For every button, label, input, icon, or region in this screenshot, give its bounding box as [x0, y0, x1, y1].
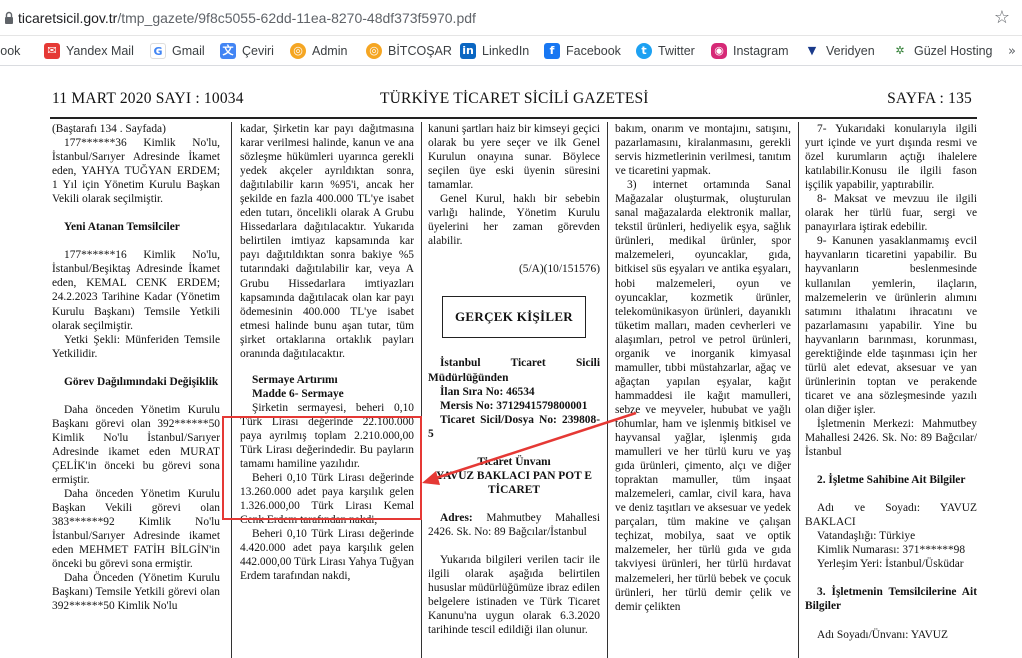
representative-name: Adı Soyadı/Ünvanı: YAVUZ	[817, 628, 948, 641]
address-bar[interactable]: ticaretsicil.gov.tr/tmp_gazete/9f8c5055-…	[0, 0, 1022, 36]
paragraph: 9- Kanunen yasaklanmamış evcil hayvanlar…	[805, 235, 977, 416]
bookmark-label: Gmail	[172, 44, 205, 58]
continuation-note: (Baştarafı 134 . Sayfada)	[52, 123, 166, 135]
coin-icon: ◎	[366, 43, 382, 59]
bookmark-ceviri[interactable]: 文 Çeviri	[220, 42, 274, 60]
twitter-icon: t	[636, 43, 652, 59]
bookmarks-bar: tlook ✉ Yandex Mail G Gmail 文 Çeviri ◎ Admin…	[0, 36, 1022, 66]
owner-nationality: Vatandaşlığı: Türkiye	[817, 530, 916, 543]
section-heading: Görev Dağılımındaki Değişiklik	[64, 375, 219, 388]
bookmark-facebook[interactable]: f Facebook	[544, 42, 621, 60]
registry-office: İstanbul Ticaret Sicili Müdürlüğünden	[428, 357, 600, 384]
bookmark-gmail[interactable]: G Gmail	[150, 42, 205, 60]
address: Adres: Mahmutbey Mahallesi 2426. Sk. No:…	[428, 511, 600, 539]
paragraph: kanuni şartları haiz bir kimseyi geçici …	[428, 123, 600, 192]
bookmark-yandex-mail[interactable]: ✉ Yandex Mail	[44, 42, 134, 60]
bookmark-star-icon[interactable]: ☆	[994, 7, 1010, 28]
article-heading: Madde 6- Sermaye	[252, 387, 344, 400]
bookmark-label: Admin	[312, 44, 348, 58]
hosting-icon: ✲	[892, 43, 908, 59]
section-heading: Yeni Atanan Temsilciler	[64, 221, 180, 234]
url-path: /tmp_gazete/9f8c5055-62dd-11ea-8270-48df…	[117, 10, 476, 26]
column-5: 7- Yukarıdaki konularıyla ilgili yurt iç…	[805, 122, 977, 658]
column-divider	[421, 122, 422, 658]
paragraph: Daha önceden Yönetim Kurulu Başkan Vekil…	[52, 488, 220, 571]
column-divider	[231, 122, 232, 658]
paragraph: 8- Maksat ve mevzuu ile ilgili olarak he…	[805, 193, 977, 234]
notice-number: İlan Sıra No: 46534	[440, 385, 535, 398]
bookmark-linkedin[interactable]: in LinkedIn	[460, 42, 529, 60]
bookmark-outlook[interactable]: tlook	[0, 42, 20, 60]
section-heading: 2. İşletme Sahibine Ait Bilgiler	[817, 474, 966, 487]
paragraph: 177******36 Kimlik No'lu, İstanbul/Sarıy…	[52, 137, 220, 206]
bookmark-guzel-hosting[interactable]: ✲ Güzel Hosting	[892, 42, 993, 60]
address-label: Adres:	[440, 511, 473, 524]
issue-date: 11 MART 2020 SAYI : 10034	[52, 90, 244, 107]
bookmark-label: LinkedIn	[482, 44, 530, 58]
highlight-box	[222, 416, 422, 520]
trade-name: YAVUZ BAKLACI PAN POT E TİCARET	[436, 469, 592, 496]
veridyen-icon: ▼	[804, 43, 820, 59]
paragraph: Beheri 0,10 Türk Lirası değerinde 4.420.…	[240, 528, 414, 583]
bookmark-label: Çeviri	[242, 44, 274, 58]
column-divider	[798, 122, 799, 658]
bookmark-twitter[interactable]: t Twitter	[636, 42, 695, 60]
page-number: SAYFA : 135	[887, 90, 972, 107]
bookmark-instagram[interactable]: ◉ Instagram	[711, 42, 789, 60]
column-divider	[607, 122, 608, 658]
bookmark-label: tlook	[0, 44, 21, 58]
bookmark-label: Güzel Hosting	[914, 44, 993, 58]
trade-name-label: Ticaret Ünvanı	[477, 455, 551, 468]
owner-residence: Yerleşim Yeri: İstanbul/Üsküdar	[817, 558, 964, 571]
section-box: GERÇEK KİŞİLER	[442, 296, 586, 339]
url-text[interactable]: ticaretsicil.gov.tr/tmp_gazete/9f8c5055-…	[18, 10, 476, 26]
section-heading: 3. İşletmenin Temsilcilerine Ait Bilgile…	[805, 586, 977, 613]
mersis-number: Mersis No: 3712941579800001	[440, 399, 588, 412]
mail-icon: ✉	[44, 43, 60, 59]
paragraph: 7- Yukarıdaki konularıyla ilgili yurt iç…	[805, 123, 977, 192]
column-3: kanuni şartları haiz bir kimseyi geçici …	[428, 122, 600, 658]
bookmark-bitcosar[interactable]: ◎ BİTCOŞAR	[366, 42, 452, 60]
paragraph: 3) internet ortamında Sanal Mağazalar ol…	[615, 179, 791, 613]
pdf-page: 11 MART 2020 SAYI : 10034 TÜRKİYE TİCARE…	[0, 66, 1022, 658]
paragraph: kadar, Şirketin kar payı dağıtmasına kar…	[240, 123, 414, 360]
translate-icon: 文	[220, 43, 236, 59]
gazette-title: TÜRKİYE TİCARET SİCİLİ GAZETESİ	[380, 90, 649, 107]
column-1: (Baştarafı 134 . Sayfada) 177******36 Ki…	[52, 122, 220, 658]
registry-file-number: Ticaret Sicil/Dosya No: 239808- 5	[428, 413, 600, 440]
bookmark-veridyen[interactable]: ▼ Veridyen	[804, 42, 875, 60]
bookmark-label: Facebook	[566, 44, 621, 58]
owner-name: Adı ve Soyadı: YAVUZ BAKLACI	[805, 502, 977, 529]
lock-icon	[5, 11, 13, 24]
column-2: kadar, Şirketin kar payı dağıtmasına kar…	[240, 122, 414, 658]
paragraph: Daha Önceden (Yönetim Kurulu Başkanı) Te…	[52, 572, 220, 613]
paragraph: Yetki Şekli: Münferiden Temsile Yetkilid…	[52, 333, 220, 360]
instagram-icon: ◉	[711, 43, 727, 59]
linkedin-icon: in	[460, 43, 476, 59]
paragraph: Yukarıda bilgileri verilen tacir ile ilg…	[428, 553, 600, 637]
paragraph: Daha önceden Yönetim Kurulu Başkanı göre…	[52, 403, 220, 486]
bookmark-label: Twitter	[658, 44, 695, 58]
coin-icon: ◎	[290, 43, 306, 59]
section-heading: Sermaye Artırımı	[252, 373, 338, 386]
column-4: bakım, onarım ve montajını, satışını, pa…	[615, 122, 791, 658]
owner-id: Kimlik Numarası: 371******98	[817, 544, 966, 557]
google-icon: G	[150, 43, 166, 59]
url-host: ticaretsicil.gov.tr	[18, 10, 118, 26]
paragraph: 177******16 Kimlik No'lu, İstanbul/Beşik…	[52, 249, 220, 332]
reference-number: (5/A)(10/151576)	[519, 263, 600, 276]
bookmark-label: Instagram	[733, 44, 789, 58]
bookmark-label: Yandex Mail	[66, 44, 134, 58]
facebook-icon: f	[544, 43, 560, 59]
paragraph: Genel Kurul, haklı bir sebebin varlığı h…	[428, 193, 600, 248]
paragraph: bakım, onarım ve montajını, satışını, pa…	[615, 123, 791, 178]
paragraph: İşletmenin Merkezi: Mahmutbey Mahallesi …	[805, 417, 977, 459]
bookmark-label: BİTCOŞAR	[388, 44, 452, 58]
bookmarks-more-icon[interactable]: »	[1008, 44, 1016, 59]
header-rule	[50, 117, 977, 119]
bookmark-label: Veridyen	[826, 44, 875, 58]
bookmark-admin[interactable]: ◎ Admin	[290, 42, 347, 60]
